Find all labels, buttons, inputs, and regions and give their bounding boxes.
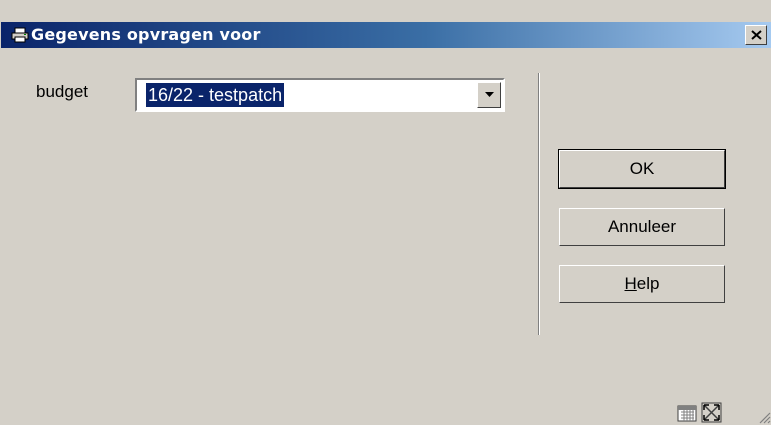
cancel-button-label: Annuleer: [607, 217, 677, 236]
calendar-icon[interactable]: [677, 405, 697, 422]
vertical-divider: [538, 73, 540, 335]
budget-dropdown-button[interactable]: [477, 82, 501, 108]
help-button-mnemonic: H: [624, 274, 637, 293]
printer-icon: [11, 27, 29, 43]
maximize-icon[interactable]: [701, 402, 722, 423]
close-button[interactable]: [745, 25, 767, 45]
budget-select[interactable]: 16/22 - testpatch: [135, 78, 505, 112]
budget-select-value: 16/22 - testpatch: [146, 83, 285, 107]
chevron-down-icon: [485, 92, 494, 97]
window-title: Gegevens opvragen voor: [31, 25, 261, 44]
help-button[interactable]: Help: [559, 265, 725, 303]
ok-button-label: OK: [629, 159, 655, 178]
help-button-label: elp: [636, 274, 660, 293]
status-bar: [677, 399, 771, 425]
budget-label: budget: [36, 82, 88, 101]
close-icon: [751, 30, 762, 40]
dialog-window: Gegevens opvragen voor budget 16/22 - te…: [0, 0, 771, 425]
ok-button[interactable]: OK: [558, 149, 726, 189]
resize-grip-icon[interactable]: [759, 412, 771, 424]
cancel-button[interactable]: Annuleer: [559, 208, 725, 246]
title-bar[interactable]: Gegevens opvragen voor: [1, 22, 771, 48]
